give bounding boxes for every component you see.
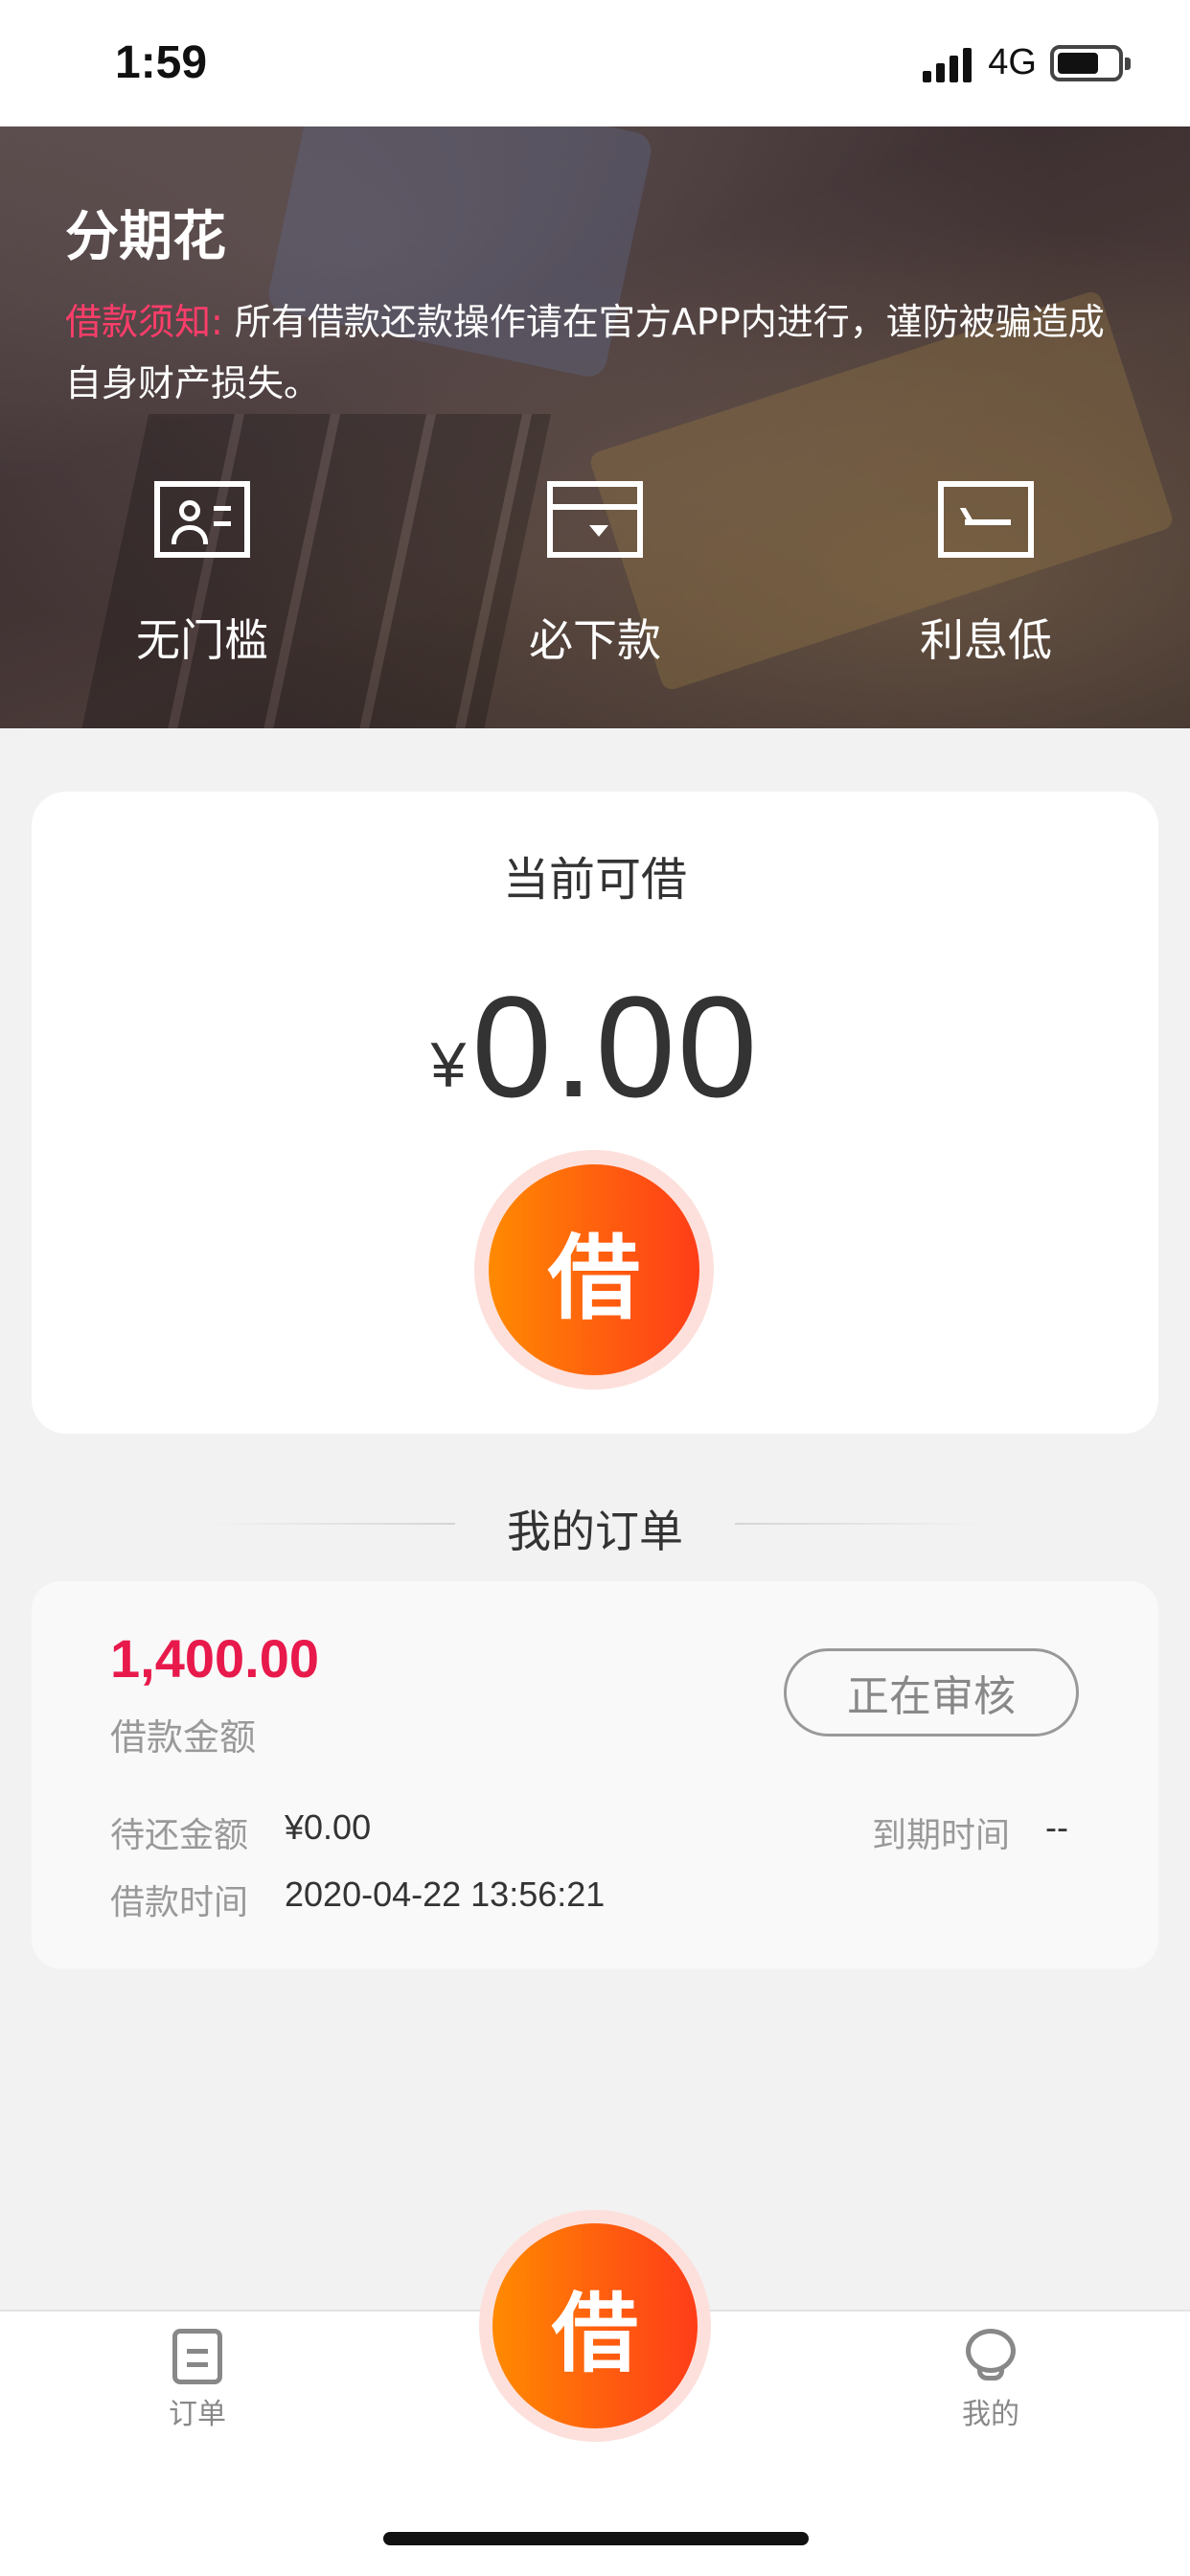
app-title: 分期花 (65, 206, 226, 268)
feature-low-interest: 利息低 (890, 481, 1082, 669)
loan-time-value: 2020-04-22 13:56:21 (285, 1874, 606, 1914)
return-icon (938, 481, 1034, 558)
orders-title: 我的订单 (507, 1506, 683, 1557)
order-card[interactable]: 1,400.00 借款金额 正在审核 待还金额 ¥0.00 到期时间 -- 借款… (32, 1581, 1158, 1968)
currency-symbol: ¥ (430, 1029, 467, 1100)
feature-no-threshold: 无门槛 (106, 481, 298, 669)
status-indicators: 4G (923, 42, 1131, 83)
network-label: 4G (988, 42, 1037, 82)
feature-label: 必下款 (529, 614, 661, 666)
profile-icon (966, 2329, 1016, 2384)
wallet-icon (547, 481, 643, 558)
tab-label: 订单 (169, 2398, 226, 2431)
status-bar: 1:59 4G (0, 0, 1190, 126)
borrow-button-halo: 借 (474, 1150, 714, 1390)
loan-notice: 借款须知: 所有借款还款操作请在官方APP内进行，谨防被骗造成自身财产损失。 (65, 291, 1129, 414)
borrow-button[interactable]: 借 (489, 1164, 699, 1375)
feature-guaranteed: 必下款 (499, 481, 691, 669)
available-credit-title: 当前可借 (502, 853, 687, 907)
order-amount: 1,400.00 (110, 1628, 319, 1689)
signal-icon (923, 44, 976, 82)
app-screen: 1:59 4G 分期花 借款须知: 所有借款还款操作请在官方APP内进行，谨防被… (0, 0, 1190, 2576)
center-borrow-halo: 借 (479, 2210, 711, 2442)
divider (735, 1523, 984, 1525)
loan-time-label: 借款时间 (110, 1883, 249, 1922)
order-amount-label: 借款金额 (110, 1716, 257, 1759)
available-amount: ¥0.00 (32, 964, 1158, 1130)
notice-label: 借款须知: (65, 301, 223, 343)
status-time: 1:59 (115, 37, 208, 88)
document-icon (172, 2329, 222, 2384)
pending-amount-label: 待还金额 (110, 1816, 249, 1855)
amount-value: 0.00 (471, 966, 760, 1127)
tab-borrow-button[interactable]: 借 (492, 2223, 698, 2428)
feature-label: 无门槛 (136, 614, 268, 666)
tab-label: 我的 (962, 2398, 1019, 2431)
status-badge: 正在审核 (784, 1648, 1079, 1736)
pending-amount-value: ¥0.00 (285, 1807, 372, 1847)
orders-section-header: 我的订单 (0, 1489, 1190, 1557)
home-indicator[interactable] (383, 2532, 809, 2545)
due-date-label: 到期时间 (872, 1816, 1011, 1855)
hero-banner: 分期花 借款须知: 所有借款还款操作请在官方APP内进行，谨防被骗造成自身财产损… (0, 126, 1190, 728)
battery-icon (1050, 44, 1131, 81)
tab-orders[interactable]: 订单 (140, 2329, 255, 2432)
tab-mine[interactable]: 我的 (933, 2329, 1048, 2432)
id-card-icon (154, 481, 250, 558)
feature-label: 利息低 (920, 614, 1052, 666)
available-credit-card: 当前可借 ¥0.00 借 (32, 792, 1158, 1434)
due-date-value: -- (1045, 1807, 1068, 1847)
